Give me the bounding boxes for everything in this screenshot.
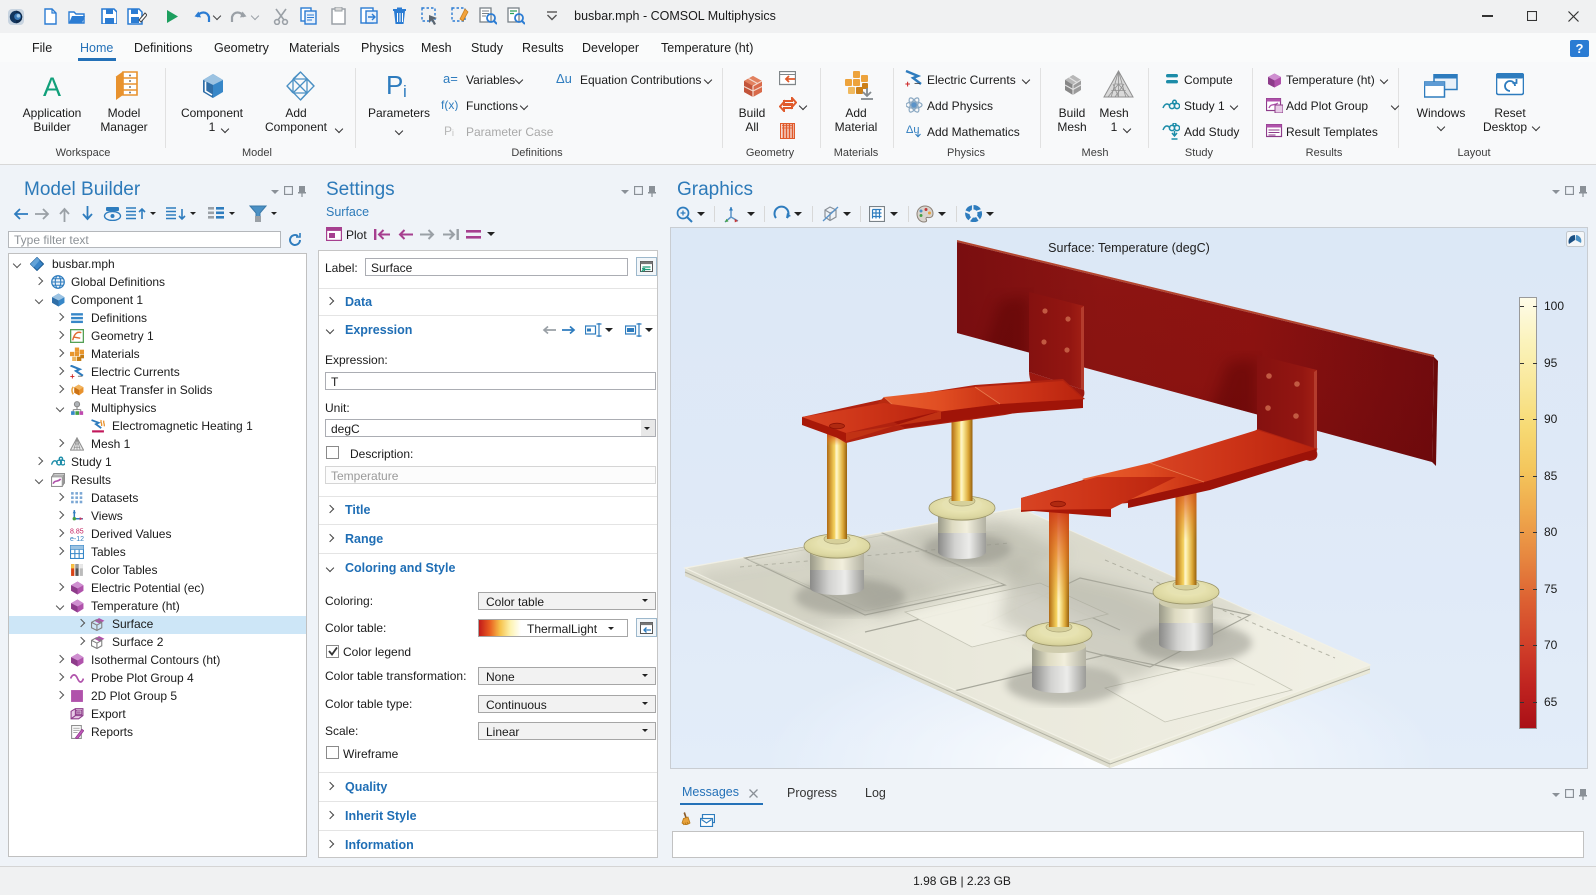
svg-text:i: i — [403, 82, 407, 98]
svg-text:8.85: 8.85 — [70, 528, 84, 535]
svg-text:Δu: Δu — [556, 72, 572, 85]
svg-text:a=: a= — [443, 72, 458, 85]
svg-text:Pᵢ: Pᵢ — [444, 124, 454, 137]
svg-text:e-12: e-12 — [70, 536, 84, 541]
svg-text:−: − — [78, 371, 83, 379]
svg-text:P: P — [386, 72, 403, 98]
svg-text:A: A — [43, 72, 61, 101]
svg-text:+: + — [70, 372, 75, 379]
svg-text:f(x): f(x) — [441, 98, 458, 111]
svg-text:−: − — [914, 78, 920, 87]
svg-text:+: + — [905, 79, 910, 87]
